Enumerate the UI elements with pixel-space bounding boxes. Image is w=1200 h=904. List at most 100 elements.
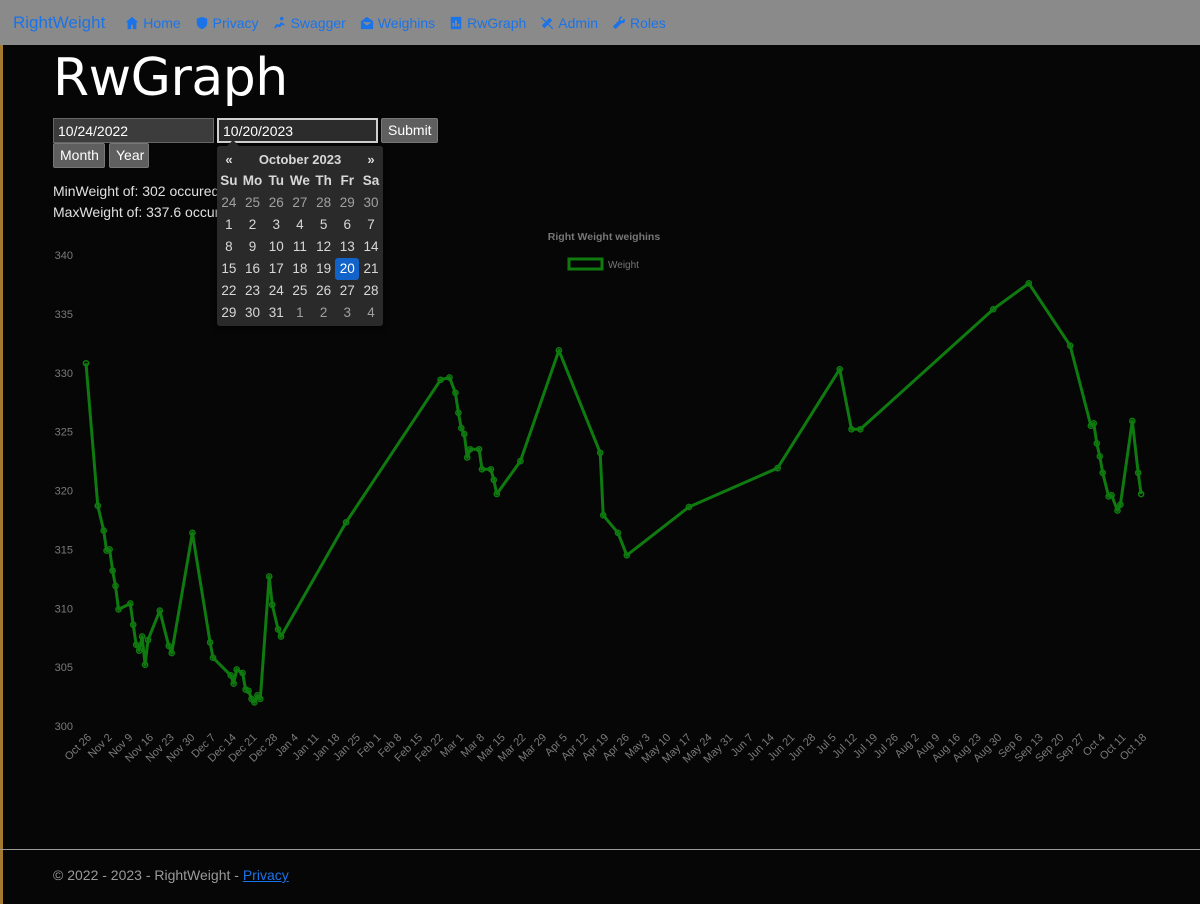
nav-home[interactable]: Home bbox=[125, 14, 181, 31]
end-date-input[interactable] bbox=[217, 118, 378, 143]
datepicker-day[interactable]: 25 bbox=[241, 192, 265, 214]
datepicker-day[interactable]: 3 bbox=[264, 214, 288, 236]
datepicker-day[interactable]: 27 bbox=[288, 192, 312, 214]
datepicker-day[interactable]: 19 bbox=[312, 258, 336, 280]
datepicker-day[interactable]: 30 bbox=[241, 302, 265, 324]
top-navbar: RightWeight Home Privacy Swagger Weighin… bbox=[0, 0, 1200, 45]
datepicker-day[interactable]: 29 bbox=[217, 302, 241, 324]
y-tick-label: 325 bbox=[55, 427, 73, 439]
bar-chart-icon bbox=[449, 16, 463, 30]
datepicker-day[interactable]: 6 bbox=[335, 214, 359, 236]
y-tick-label: 315 bbox=[55, 544, 73, 556]
y-tick-label: 310 bbox=[55, 603, 73, 615]
datepicker-day[interactable]: 13 bbox=[335, 236, 359, 258]
nav-rwgraph[interactable]: RwGraph bbox=[449, 15, 526, 31]
datepicker-dow: Tu bbox=[268, 173, 284, 188]
weight-chart: Right Weight weighins Weight 30030531031… bbox=[55, 231, 1150, 766]
person-swagger-icon bbox=[273, 16, 287, 30]
nav-admin-label: Admin bbox=[558, 14, 598, 31]
y-tick-label: 340 bbox=[55, 250, 73, 262]
nav-swagger-label: Swagger bbox=[290, 14, 346, 31]
datepicker-day[interactable]: 25 bbox=[288, 280, 312, 302]
datepicker-day[interactable]: 10 bbox=[264, 236, 288, 258]
shield-icon bbox=[195, 16, 209, 30]
datepicker-day[interactable]: 28 bbox=[359, 280, 383, 302]
nav-privacy[interactable]: Privacy bbox=[195, 15, 259, 31]
footer-privacy-link[interactable]: Privacy bbox=[243, 867, 289, 883]
datepicker-dow: Th bbox=[315, 173, 332, 188]
nav-roles-label: Roles bbox=[629, 14, 666, 31]
wrench-icon bbox=[612, 16, 626, 30]
nav-swagger[interactable]: Swagger bbox=[273, 15, 346, 31]
month-button[interactable]: Month bbox=[53, 143, 105, 168]
datepicker-day[interactable]: 3 bbox=[335, 302, 359, 324]
nav-rwgraph-label: RwGraph bbox=[467, 14, 527, 31]
datepicker-day[interactable]: 18 bbox=[288, 258, 312, 280]
datepicker-next-button[interactable]: » bbox=[359, 152, 383, 167]
datepicker-day[interactable]: 14 bbox=[359, 236, 383, 258]
datepicker-day[interactable]: 4 bbox=[288, 214, 312, 236]
datepicker-day[interactable]: 29 bbox=[335, 192, 359, 214]
y-tick-label: 330 bbox=[55, 368, 73, 380]
datepicker-day[interactable]: 26 bbox=[312, 280, 336, 302]
datepicker-day[interactable]: 23 bbox=[241, 280, 265, 302]
datepicker-day[interactable]: 7 bbox=[359, 214, 383, 236]
datepicker-day[interactable]: 22 bbox=[217, 280, 241, 302]
datepicker-day[interactable]: 24 bbox=[217, 192, 241, 214]
window-left-edge bbox=[0, 45, 3, 904]
start-date-input[interactable] bbox=[53, 118, 214, 143]
datepicker-day[interactable]: 4 bbox=[359, 302, 383, 324]
datepicker-day[interactable]: 12 bbox=[312, 236, 336, 258]
datepicker-dow: Fr bbox=[340, 173, 355, 188]
datepicker-day[interactable]: 21 bbox=[359, 258, 383, 280]
datepicker-popup: « October 2023 » Su Mo Tu We Th Fr Sa 24 25 26 27 2… bbox=[217, 140, 383, 326]
datepicker-day[interactable]: 16 bbox=[241, 258, 265, 280]
datepicker-day[interactable]: 1 bbox=[288, 302, 312, 324]
nav-weighins[interactable]: Weighins bbox=[360, 15, 435, 31]
y-tick-label: 300 bbox=[55, 721, 73, 733]
max-weight-text: MaxWeight of: 337.6 occure bbox=[53, 204, 228, 220]
datepicker-day[interactable]: 28 bbox=[312, 192, 336, 214]
datepicker-dow: Su bbox=[220, 173, 238, 188]
datepicker-day[interactable]: 11 bbox=[288, 236, 312, 258]
datepicker-day[interactable]: 26 bbox=[264, 192, 288, 214]
datepicker-day[interactable]: 2 bbox=[241, 214, 265, 236]
footer-divider bbox=[0, 849, 1200, 850]
datepicker-month-title[interactable]: October 2023 bbox=[241, 152, 359, 167]
datepicker-day[interactable]: 31 bbox=[264, 302, 288, 324]
envelope-open-icon bbox=[360, 16, 374, 30]
y-tick-label: 335 bbox=[55, 309, 73, 321]
footer-copyright: © 2022 - 2023 - RightWeight - bbox=[53, 867, 243, 883]
nav-home-label: Home bbox=[143, 14, 181, 31]
datepicker-day[interactable]: 2 bbox=[312, 302, 336, 324]
datepicker-day-selected[interactable]: 20 bbox=[335, 258, 360, 280]
min-weight-text: MinWeight of: 302 occured bbox=[53, 183, 220, 199]
datepicker-day[interactable]: 1 bbox=[217, 214, 241, 236]
page-title: RwGraph bbox=[53, 48, 288, 108]
datepicker-day[interactable]: 27 bbox=[335, 280, 359, 302]
brand-link[interactable]: RightWeight bbox=[13, 13, 105, 33]
datepicker-prev-button[interactable]: « bbox=[217, 152, 241, 167]
datepicker-dow: Mo bbox=[242, 173, 263, 188]
nav-privacy-label: Privacy bbox=[212, 14, 259, 31]
submit-button[interactable]: Submit bbox=[381, 118, 438, 143]
nav-weighins-label: Weighins bbox=[377, 14, 436, 31]
year-button[interactable]: Year bbox=[109, 143, 149, 168]
datepicker-day[interactable]: 17 bbox=[264, 258, 288, 280]
datepicker-day[interactable]: 24 bbox=[264, 280, 288, 302]
legend-swatch[interactable] bbox=[567, 257, 604, 271]
nav-admin[interactable]: Admin bbox=[540, 15, 598, 31]
home-icon bbox=[125, 16, 139, 30]
footer: © 2022 - 2023 - RightWeight - Privacy bbox=[53, 867, 289, 883]
tools-icon bbox=[540, 16, 554, 30]
datepicker-day[interactable]: 15 bbox=[217, 258, 241, 280]
y-tick-label: 305 bbox=[55, 662, 73, 674]
datepicker-day[interactable]: 5 bbox=[312, 214, 336, 236]
datepicker-day[interactable]: 9 bbox=[241, 236, 265, 258]
nav-roles[interactable]: Roles bbox=[612, 15, 666, 31]
datepicker-day[interactable]: 8 bbox=[217, 236, 241, 258]
weight-series-line bbox=[84, 281, 1143, 704]
y-tick-label: 320 bbox=[55, 486, 73, 498]
legend-label[interactable]: Weight bbox=[608, 260, 639, 271]
datepicker-day[interactable]: 30 bbox=[359, 192, 383, 214]
